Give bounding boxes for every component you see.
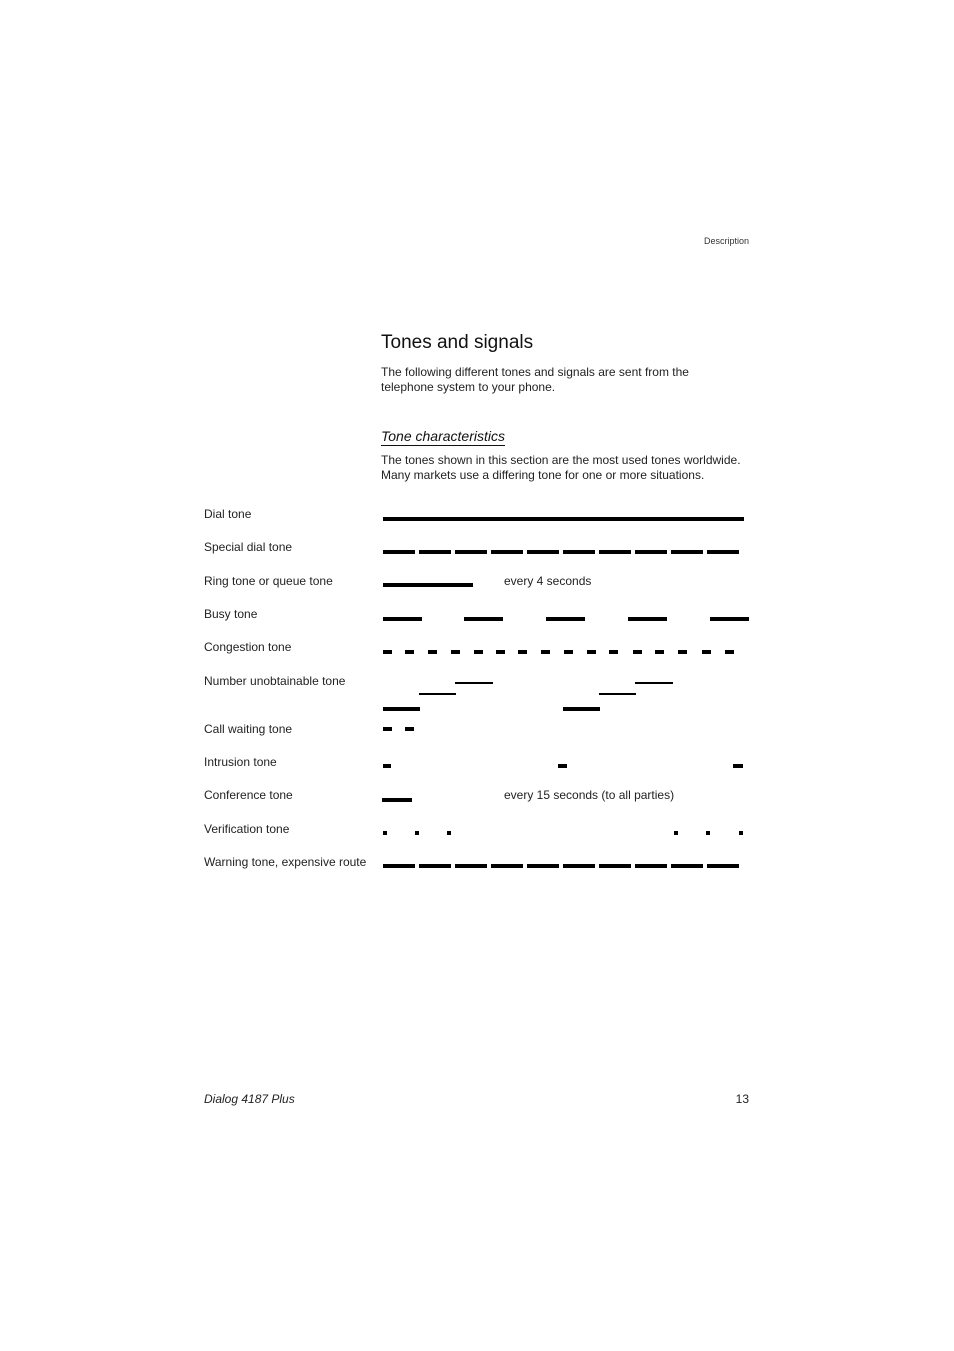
busy-tone-segment bbox=[628, 617, 667, 621]
conference-tone-segment bbox=[382, 798, 412, 802]
number-unobtainable-segment bbox=[419, 693, 456, 695]
intrusion-tone-segment bbox=[733, 764, 743, 768]
special-dial-tone-segment bbox=[599, 550, 631, 554]
warning-tone-segment bbox=[527, 864, 559, 868]
subheading-paragraph: The tones shown in this section are the … bbox=[381, 453, 741, 482]
call-waiting-tone-segment bbox=[405, 727, 414, 731]
warning-tone-segment bbox=[491, 864, 523, 868]
page-title: Tones and signals bbox=[381, 332, 534, 353]
tone-label-busy: Busy tone bbox=[204, 607, 258, 621]
congestion-tone-segment bbox=[518, 650, 527, 654]
warning-tone-segment bbox=[383, 864, 415, 868]
verification-tone-segment bbox=[739, 831, 743, 835]
running-head: Description bbox=[703, 236, 749, 246]
congestion-tone-segment bbox=[655, 650, 664, 654]
number-unobtainable-segment bbox=[599, 693, 636, 695]
congestion-tone-segment bbox=[725, 650, 734, 654]
busy-tone-segment bbox=[546, 617, 585, 621]
tone-label-ring: Ring tone or queue tone bbox=[204, 574, 333, 588]
special-dial-tone-segment bbox=[671, 550, 703, 554]
tone-label-number-unobtainable: Number unobtainable tone bbox=[204, 674, 346, 688]
subheading: Tone characteristics bbox=[381, 428, 505, 446]
congestion-tone-segment bbox=[383, 650, 392, 654]
verification-tone-segment bbox=[447, 831, 451, 835]
congestion-tone-segment bbox=[609, 650, 618, 654]
call-waiting-tone-segment bbox=[383, 727, 392, 731]
number-unobtainable-segment bbox=[563, 707, 600, 711]
congestion-tone-segment bbox=[564, 650, 573, 654]
number-unobtainable-segment bbox=[635, 682, 673, 684]
warning-tone-segment bbox=[599, 864, 631, 868]
tone-label-special-dial: Special dial tone bbox=[204, 540, 293, 554]
busy-tone-segment bbox=[383, 617, 422, 621]
congestion-tone-segment bbox=[496, 650, 505, 654]
verification-tone-segment bbox=[415, 831, 419, 835]
footer-product-name: Dialog 4187 Plus bbox=[204, 1092, 295, 1106]
special-dial-tone-segment bbox=[527, 550, 559, 554]
congestion-tone-segment bbox=[428, 650, 437, 654]
tone-label-intrusion: Intrusion tone bbox=[204, 755, 277, 769]
congestion-tone-segment bbox=[633, 650, 642, 654]
busy-tone-segment bbox=[464, 617, 503, 621]
ring-tone-note: every 4 seconds bbox=[504, 574, 592, 588]
number-unobtainable-segment bbox=[383, 707, 420, 711]
ring-tone-segment bbox=[383, 583, 473, 587]
special-dial-tone-segment bbox=[455, 550, 487, 554]
tone-label-congestion: Congestion tone bbox=[204, 640, 292, 654]
warning-tone-segment bbox=[635, 864, 667, 868]
tone-label-warning: Warning tone, expensive route bbox=[204, 855, 367, 869]
number-unobtainable-segment bbox=[455, 682, 493, 684]
warning-tone-segment bbox=[455, 864, 487, 868]
intrusion-tone-segment bbox=[383, 764, 391, 768]
warning-tone-segment bbox=[707, 864, 739, 868]
tone-label-dial: Dial tone bbox=[204, 507, 252, 521]
busy-tone-segment bbox=[710, 617, 749, 621]
special-dial-tone-segment bbox=[419, 550, 451, 554]
warning-tone-segment bbox=[671, 864, 703, 868]
tone-label-conference: Conference tone bbox=[204, 788, 293, 802]
page-number: 13 bbox=[735, 1092, 749, 1106]
verification-tone-segment bbox=[383, 831, 387, 835]
warning-tone-segment bbox=[419, 864, 451, 868]
intro-paragraph: The following different tones and signal… bbox=[381, 365, 689, 394]
verification-tone-segment bbox=[706, 831, 710, 835]
congestion-tone-segment bbox=[541, 650, 550, 654]
conference-tone-note: every 15 seconds (to all parties) bbox=[504, 788, 675, 802]
dial-tone-segment bbox=[383, 517, 744, 521]
special-dial-tone-segment bbox=[563, 550, 595, 554]
congestion-tone-segment bbox=[451, 650, 460, 654]
tone-patterns bbox=[382, 517, 749, 868]
intrusion-tone-segment bbox=[558, 764, 567, 768]
congestion-tone-segment bbox=[678, 650, 687, 654]
congestion-tone-segment bbox=[702, 650, 711, 654]
special-dial-tone-segment bbox=[491, 550, 523, 554]
special-dial-tone-segment bbox=[707, 550, 739, 554]
tone-label-verification: Verification tone bbox=[204, 822, 290, 836]
congestion-tone-segment bbox=[587, 650, 596, 654]
special-dial-tone-segment bbox=[383, 550, 415, 554]
special-dial-tone-segment bbox=[635, 550, 667, 554]
verification-tone-segment bbox=[674, 831, 678, 835]
tone-label-call-waiting: Call waiting tone bbox=[204, 722, 293, 736]
congestion-tone-segment bbox=[474, 650, 483, 654]
warning-tone-segment bbox=[563, 864, 595, 868]
congestion-tone-segment bbox=[405, 650, 414, 654]
